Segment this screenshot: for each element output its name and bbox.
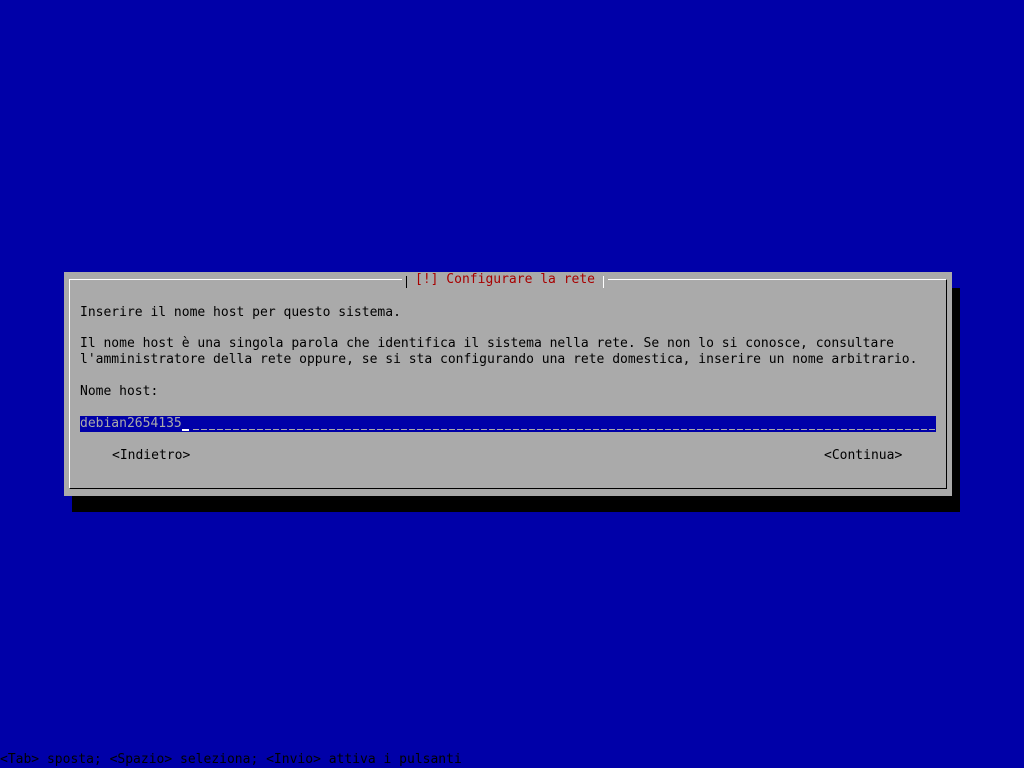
dialog-title: [!] Configurare la rete	[415, 272, 596, 287]
installer-screen: [!] Configurare la rete Inserire il nome…	[0, 0, 1024, 768]
input-fill-underscores	[190, 416, 936, 432]
continue-button[interactable]: <Continua>	[824, 448, 902, 464]
network-config-dialog: [!] Configurare la rete Inserire il nome…	[64, 272, 952, 496]
keyboard-help-bar: <Tab> sposta; <Spazio> seleziona; <Invio…	[0, 752, 1024, 768]
title-right-divider	[603, 276, 605, 288]
dialog-title-bar: [!] Configurare la rete	[402, 272, 609, 288]
hostname-input[interactable]: debian2654135	[80, 416, 936, 432]
hostname-value[interactable]: debian2654135	[80, 416, 182, 432]
back-button[interactable]: <Indietro>	[112, 448, 190, 464]
description-line-1: Il nome host è una singola parola che id…	[80, 336, 894, 351]
hostname-label: Nome host:	[80, 384, 159, 399]
text-cursor	[181, 429, 189, 431]
description-line-2: l'amministratore della rete oppure, se s…	[80, 352, 918, 367]
hostname-prompt: Inserire il nome host per questo sistema…	[80, 305, 401, 320]
